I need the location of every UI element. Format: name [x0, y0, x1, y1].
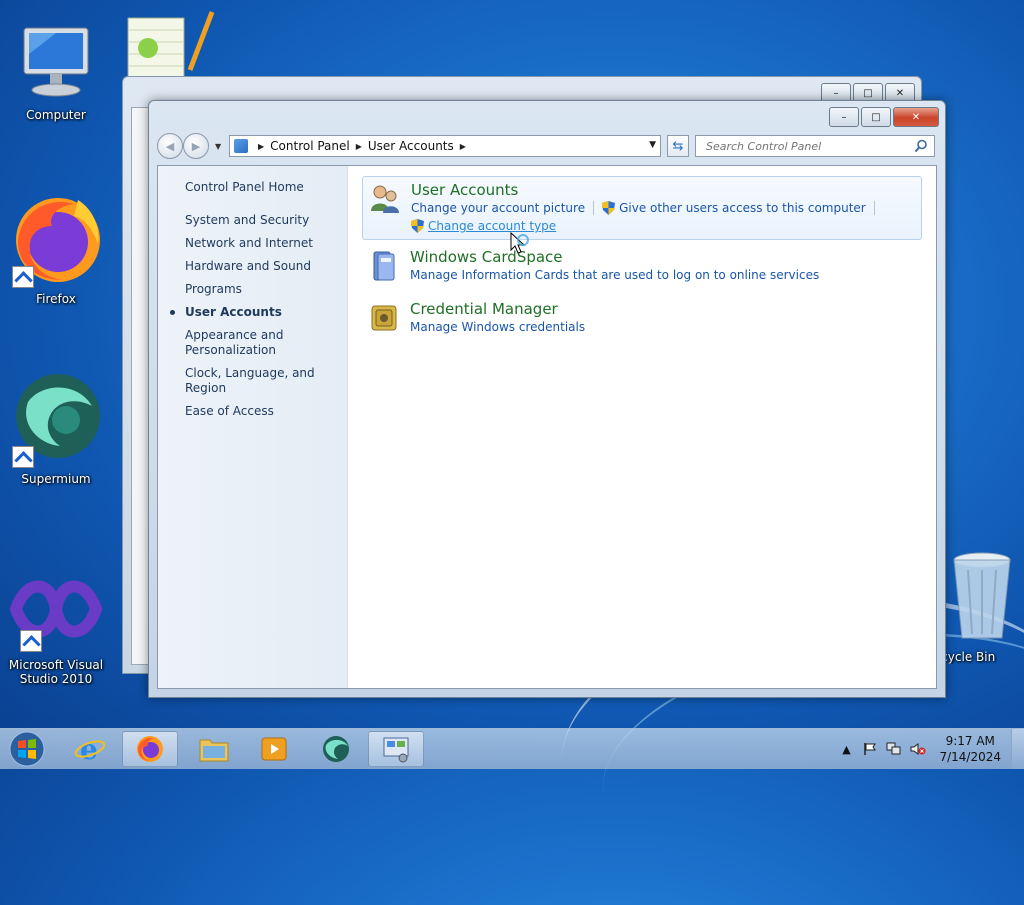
mouse-cursor-icon [510, 232, 529, 254]
nav-appearance-and-personalization[interactable]: Appearance and Personalization [158, 328, 285, 358]
change-account-picture-link[interactable]: Change your account picture [411, 199, 585, 217]
system-tray: ▲ 9:17 AM 7/14/2024 [837, 729, 1024, 769]
firefox-icon [137, 736, 163, 762]
control-panel-window[interactable]: – □ ✕ ◀ ▶ ▼ ▶ Control Panel ▶ User Accou… [148, 100, 946, 698]
close-button[interactable]: ✕ [893, 107, 939, 127]
address-dropdown-icon[interactable]: ▼ [649, 140, 656, 150]
media-player-icon [261, 737, 287, 761]
breadcrumb-separator[interactable]: ▶ [258, 142, 264, 151]
forward-button[interactable]: ▶ [183, 133, 209, 159]
breadcrumb-user-accounts[interactable]: User Accounts [368, 139, 454, 153]
recent-pages-dropdown[interactable]: ▼ [215, 142, 223, 151]
nav-user-accounts[interactable]: User Accounts [158, 305, 347, 320]
refresh-button[interactable]: ⇆ [667, 135, 689, 157]
window-controls: – □ ✕ [829, 107, 939, 127]
clock-time: 9:17 AM [945, 734, 995, 748]
category-title[interactable]: Credential Manager [410, 300, 916, 318]
nav-hardware-and-sound[interactable]: Hardware and Sound [158, 259, 347, 274]
breadcrumb-control-panel[interactable]: Control Panel [270, 139, 350, 153]
nav-system-and-security[interactable]: System and Security [158, 213, 347, 228]
users-icon[interactable] [369, 183, 401, 215]
taskbar-internet-explorer[interactable]: e [62, 731, 118, 767]
breadcrumb-separator[interactable]: ▶ [356, 142, 362, 151]
nav-control-panel-home[interactable]: Control Panel Home [158, 180, 347, 195]
shortcut-arrow-icon [12, 266, 34, 288]
action-center-flag-icon[interactable] [861, 740, 879, 758]
cardspace-icon[interactable] [368, 250, 400, 282]
back-button[interactable]: ◀ [157, 133, 183, 159]
category-title[interactable]: User Accounts [411, 181, 915, 199]
taskbar-firefox[interactable] [122, 731, 178, 767]
control-panel-icon [383, 737, 409, 763]
breadcrumb-separator[interactable]: ▶ [460, 142, 466, 151]
address-bar[interactable]: ▶ Control Panel ▶ User Accounts ▶ ▼ [229, 135, 661, 157]
taskbar: e ▲ 9:17 AM 7/14/2024 [0, 728, 1024, 769]
uac-shield-icon [602, 201, 616, 215]
firefox-icon [8, 192, 104, 288]
nav-clock-language-region[interactable]: Clock, Language, and Region [158, 366, 347, 396]
taskbar-control-panel[interactable] [368, 731, 424, 767]
visual-studio-icon [9, 574, 103, 654]
clock[interactable]: 9:17 AM 7/14/2024 [939, 733, 1001, 765]
taskbar-media-player[interactable] [246, 731, 302, 767]
show-hidden-icons-button[interactable]: ▲ [837, 740, 855, 758]
manage-windows-credentials-link[interactable]: Manage Windows credentials [410, 318, 585, 336]
supermium-icon [8, 372, 104, 468]
desktop-icon-label: Supermium [21, 472, 91, 486]
show-desktop-button[interactable] [1011, 729, 1024, 769]
category-user-accounts: User Accounts Change your account pictur… [362, 176, 922, 240]
computer-icon [16, 24, 96, 104]
maximize-button[interactable]: □ [861, 107, 891, 127]
nav-ease-of-access[interactable]: Ease of Access [158, 404, 347, 419]
navigation-toolbar: ◀ ▶ ▼ ▶ Control Panel ▶ User Accounts ▶ … [157, 133, 937, 159]
desktop-icon-supermium[interactable]: Supermium [6, 372, 106, 486]
category-credential-manager: Credential Manager Manage Windows creden… [362, 296, 922, 344]
nav-programs[interactable]: Programs [158, 282, 347, 297]
desktop-icon-visual-studio[interactable]: Microsoft Visual Studio 2010 [6, 574, 106, 686]
desktop-icon-label: Firefox [36, 292, 76, 306]
svg-text:e: e [80, 733, 98, 765]
link-separator [873, 201, 875, 215]
shortcut-arrow-icon [20, 630, 42, 652]
category-windows-cardspace: Windows CardSpace Manage Information Car… [362, 244, 922, 292]
windows-logo-icon [9, 731, 45, 767]
category-title[interactable]: Windows CardSpace [410, 248, 916, 266]
taskbar-file-explorer[interactable] [186, 731, 242, 767]
clock-date: 7/14/2024 [939, 750, 1001, 764]
nav-network-and-internet[interactable]: Network and Internet [158, 236, 347, 251]
desktop-icon-label: Computer [26, 108, 86, 122]
window-content: Control Panel Home System and Security N… [157, 165, 937, 689]
change-account-type-link[interactable]: Change account type [428, 217, 556, 235]
desktop-icon-firefox[interactable]: Firefox [6, 192, 106, 306]
supermium-icon [323, 736, 349, 762]
taskbar-supermium[interactable] [308, 731, 364, 767]
folder-icon [199, 739, 229, 762]
shortcut-arrow-icon [12, 446, 34, 468]
desktop-icon-computer[interactable]: Computer [6, 24, 106, 122]
search-icon[interactable] [914, 139, 928, 153]
left-navigation-pane: Control Panel Home System and Security N… [158, 166, 348, 688]
credential-vault-icon[interactable] [368, 302, 400, 334]
manage-information-cards-link[interactable]: Manage Information Cards that are used t… [410, 266, 819, 284]
category-links: Change your account picture Give other u… [411, 199, 915, 235]
search-box[interactable] [695, 135, 935, 157]
desktop-icon-label: Microsoft Visual Studio 2010 [8, 658, 104, 686]
start-button[interactable] [4, 730, 50, 768]
category-links: Manage Windows credentials [410, 318, 916, 336]
search-input[interactable] [704, 138, 908, 154]
main-pane: User Accounts Change your account pictur… [348, 166, 936, 688]
category-links: Manage Information Cards that are used t… [410, 266, 916, 284]
volume-muted-icon[interactable] [909, 740, 927, 758]
network-icon[interactable] [885, 740, 903, 758]
notepad-plus-icon [124, 10, 216, 81]
uac-shield-icon [411, 219, 424, 233]
give-other-users-access-link[interactable]: Give other users access to this computer [619, 199, 866, 217]
control-panel-icon [234, 139, 248, 153]
link-separator [593, 201, 595, 215]
internet-explorer-icon: e [74, 733, 106, 765]
minimize-button[interactable]: – [829, 107, 859, 127]
